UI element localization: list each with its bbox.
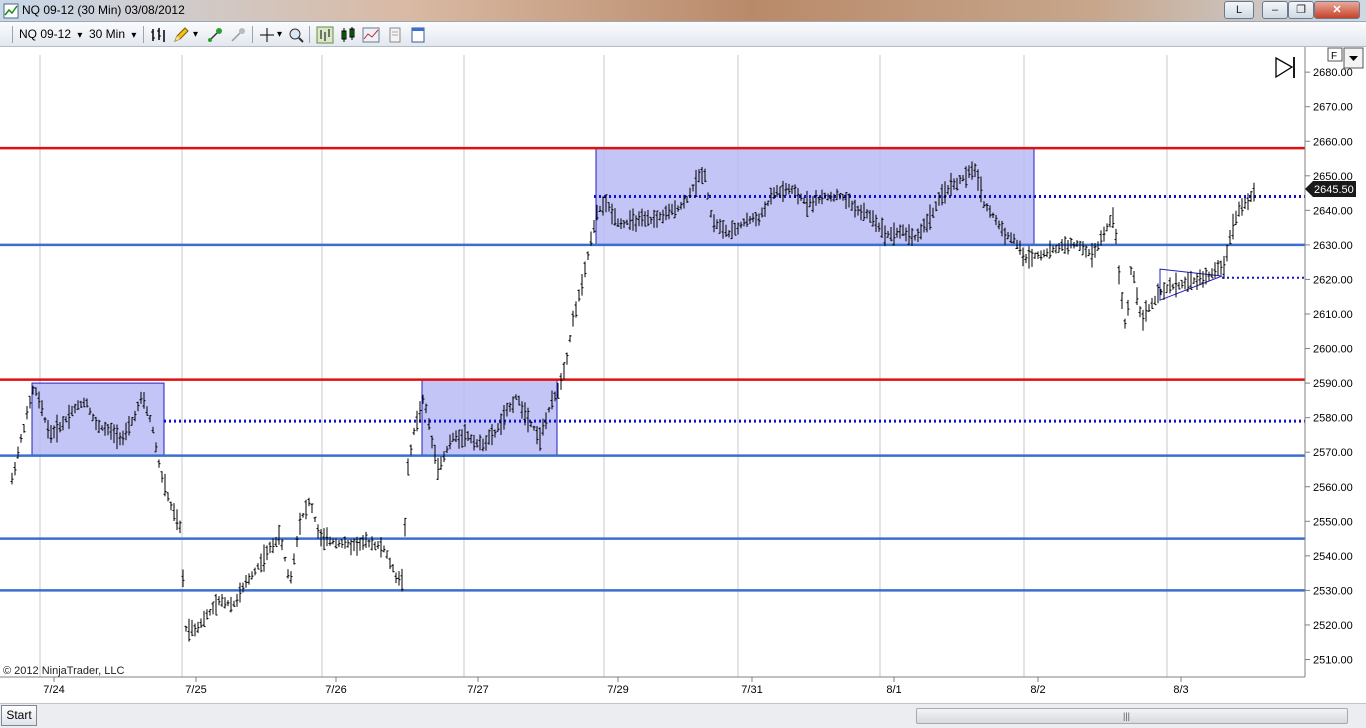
x-axis-ticks: 7/24 7/25 7/26 7/27 7/29 7/31 8/1 8/2 8/3 bbox=[43, 677, 1189, 696]
x-tick-label: 7/29 bbox=[607, 684, 628, 696]
y-tick-label: 2640.00 bbox=[1313, 205, 1353, 217]
toolbar-separator bbox=[143, 26, 144, 43]
candlestick-icon[interactable] bbox=[339, 26, 357, 44]
x-tick-label: 7/24 bbox=[43, 684, 64, 696]
data-series-icon[interactable] bbox=[316, 26, 334, 44]
interval-selector[interactable]: 30 Min ▾ bbox=[89, 26, 136, 43]
price-chart[interactable]: 2510.00 2520.00 2530.00 2540.00 2550.00 2560.… bbox=[0, 47, 1366, 703]
chevron-down-icon[interactable]: ▾ bbox=[277, 26, 282, 43]
panel-dropdown-button[interactable] bbox=[1343, 47, 1364, 69]
x-tick-label: 7/31 bbox=[741, 684, 762, 696]
play-forward-icon[interactable] bbox=[1275, 56, 1295, 79]
toolbar-separator bbox=[252, 26, 253, 43]
y-tick-label: 2660.00 bbox=[1313, 136, 1353, 148]
y-tick-label: 2590.00 bbox=[1313, 378, 1353, 390]
x-tick-label: 8/2 bbox=[1030, 684, 1045, 696]
scrollbar-grip[interactable]: ||| bbox=[1123, 711, 1130, 721]
zoom-icon[interactable] bbox=[287, 26, 305, 44]
current-price-label: 2645.50 bbox=[1314, 184, 1354, 196]
y-tick-label: 2680.00 bbox=[1313, 67, 1353, 79]
bar-style-icon[interactable] bbox=[149, 26, 167, 44]
chart-app-icon bbox=[3, 3, 19, 19]
draw-tool-icon[interactable] bbox=[206, 26, 224, 44]
price-chart-panel[interactable]: 2510.00 2520.00 2530.00 2540.00 2550.00 2560.… bbox=[0, 47, 1366, 703]
window-title: NQ 09-12 (30 Min) 03/08/2012 bbox=[22, 3, 185, 17]
toolbar-separator bbox=[309, 26, 310, 43]
toolbar-separator bbox=[12, 26, 13, 43]
chevron-down-icon[interactable]: ▾ bbox=[193, 26, 198, 43]
range-boxes bbox=[31, 147, 1223, 457]
interval-label: 30 Min bbox=[89, 27, 126, 41]
y-tick-label: 2610.00 bbox=[1313, 309, 1353, 321]
panel-f-label: F bbox=[1331, 51, 1337, 62]
current-price-marker: 2645.50 bbox=[1305, 181, 1356, 197]
y-tick-label: 2560.00 bbox=[1313, 482, 1353, 494]
y-tick-label: 2600.00 bbox=[1313, 344, 1353, 356]
link-button[interactable]: L bbox=[1224, 1, 1254, 19]
properties-icon[interactable] bbox=[409, 26, 427, 44]
y-tick-label: 2540.00 bbox=[1313, 551, 1353, 563]
instrument-selector[interactable]: NQ 09-12 ▾ bbox=[19, 26, 82, 43]
x-tick-label: 7/27 bbox=[467, 684, 488, 696]
chart-tabs-bar: Start ||| bbox=[0, 703, 1366, 728]
x-tick-label: 7/25 bbox=[185, 684, 206, 696]
tab-start[interactable]: Start bbox=[1, 705, 37, 726]
x-tick-label: 8/3 bbox=[1173, 684, 1188, 696]
crosshair-icon[interactable] bbox=[258, 26, 276, 44]
chart-axes bbox=[0, 47, 1306, 678]
instrument-label: NQ 09-12 bbox=[19, 27, 72, 41]
copyright-text: © 2012 NinjaTrader, LLC bbox=[3, 665, 124, 677]
y-tick-label: 2530.00 bbox=[1313, 585, 1353, 597]
y-tick-label: 2510.00 bbox=[1313, 655, 1353, 667]
y-tick-label: 2670.00 bbox=[1313, 102, 1353, 114]
y-tick-label: 2630.00 bbox=[1313, 240, 1353, 252]
y-tick-label: 2580.00 bbox=[1313, 413, 1353, 425]
y-tick-label: 2550.00 bbox=[1313, 516, 1353, 528]
panel-f-button[interactable]: F bbox=[1327, 47, 1343, 62]
close-button[interactable]: ✕ bbox=[1314, 1, 1360, 19]
y-tick-label: 2570.00 bbox=[1313, 447, 1353, 459]
strategy-icon[interactable] bbox=[386, 26, 404, 44]
x-tick-label: 7/26 bbox=[325, 684, 346, 696]
window-title-bar: NQ 09-12 (30 Min) 03/08/2012 L – ❐ ✕ bbox=[0, 0, 1366, 22]
chevron-down-icon: ▾ bbox=[131, 30, 137, 41]
y-axis-ticks: 2510.00 2520.00 2530.00 2540.00 2550.00 2560.… bbox=[1305, 67, 1353, 667]
horizontal-scrollbar[interactable]: ||| bbox=[916, 708, 1348, 724]
indicator-icon[interactable] bbox=[362, 26, 380, 44]
x-tick-label: 8/1 bbox=[886, 684, 901, 696]
minimize-button[interactable]: – bbox=[1262, 1, 1288, 19]
y-tick-label: 2520.00 bbox=[1313, 620, 1353, 632]
pencil-icon[interactable] bbox=[172, 26, 190, 44]
global-draw-icon[interactable] bbox=[229, 26, 247, 44]
y-tick-label: 2620.00 bbox=[1313, 274, 1353, 286]
chevron-down-icon: ▾ bbox=[77, 30, 83, 41]
maximize-button[interactable]: ❐ bbox=[1288, 1, 1314, 19]
chart-toolbar: NQ 09-12 ▾ 30 Min ▾ ▾ ▾ bbox=[0, 22, 1366, 47]
